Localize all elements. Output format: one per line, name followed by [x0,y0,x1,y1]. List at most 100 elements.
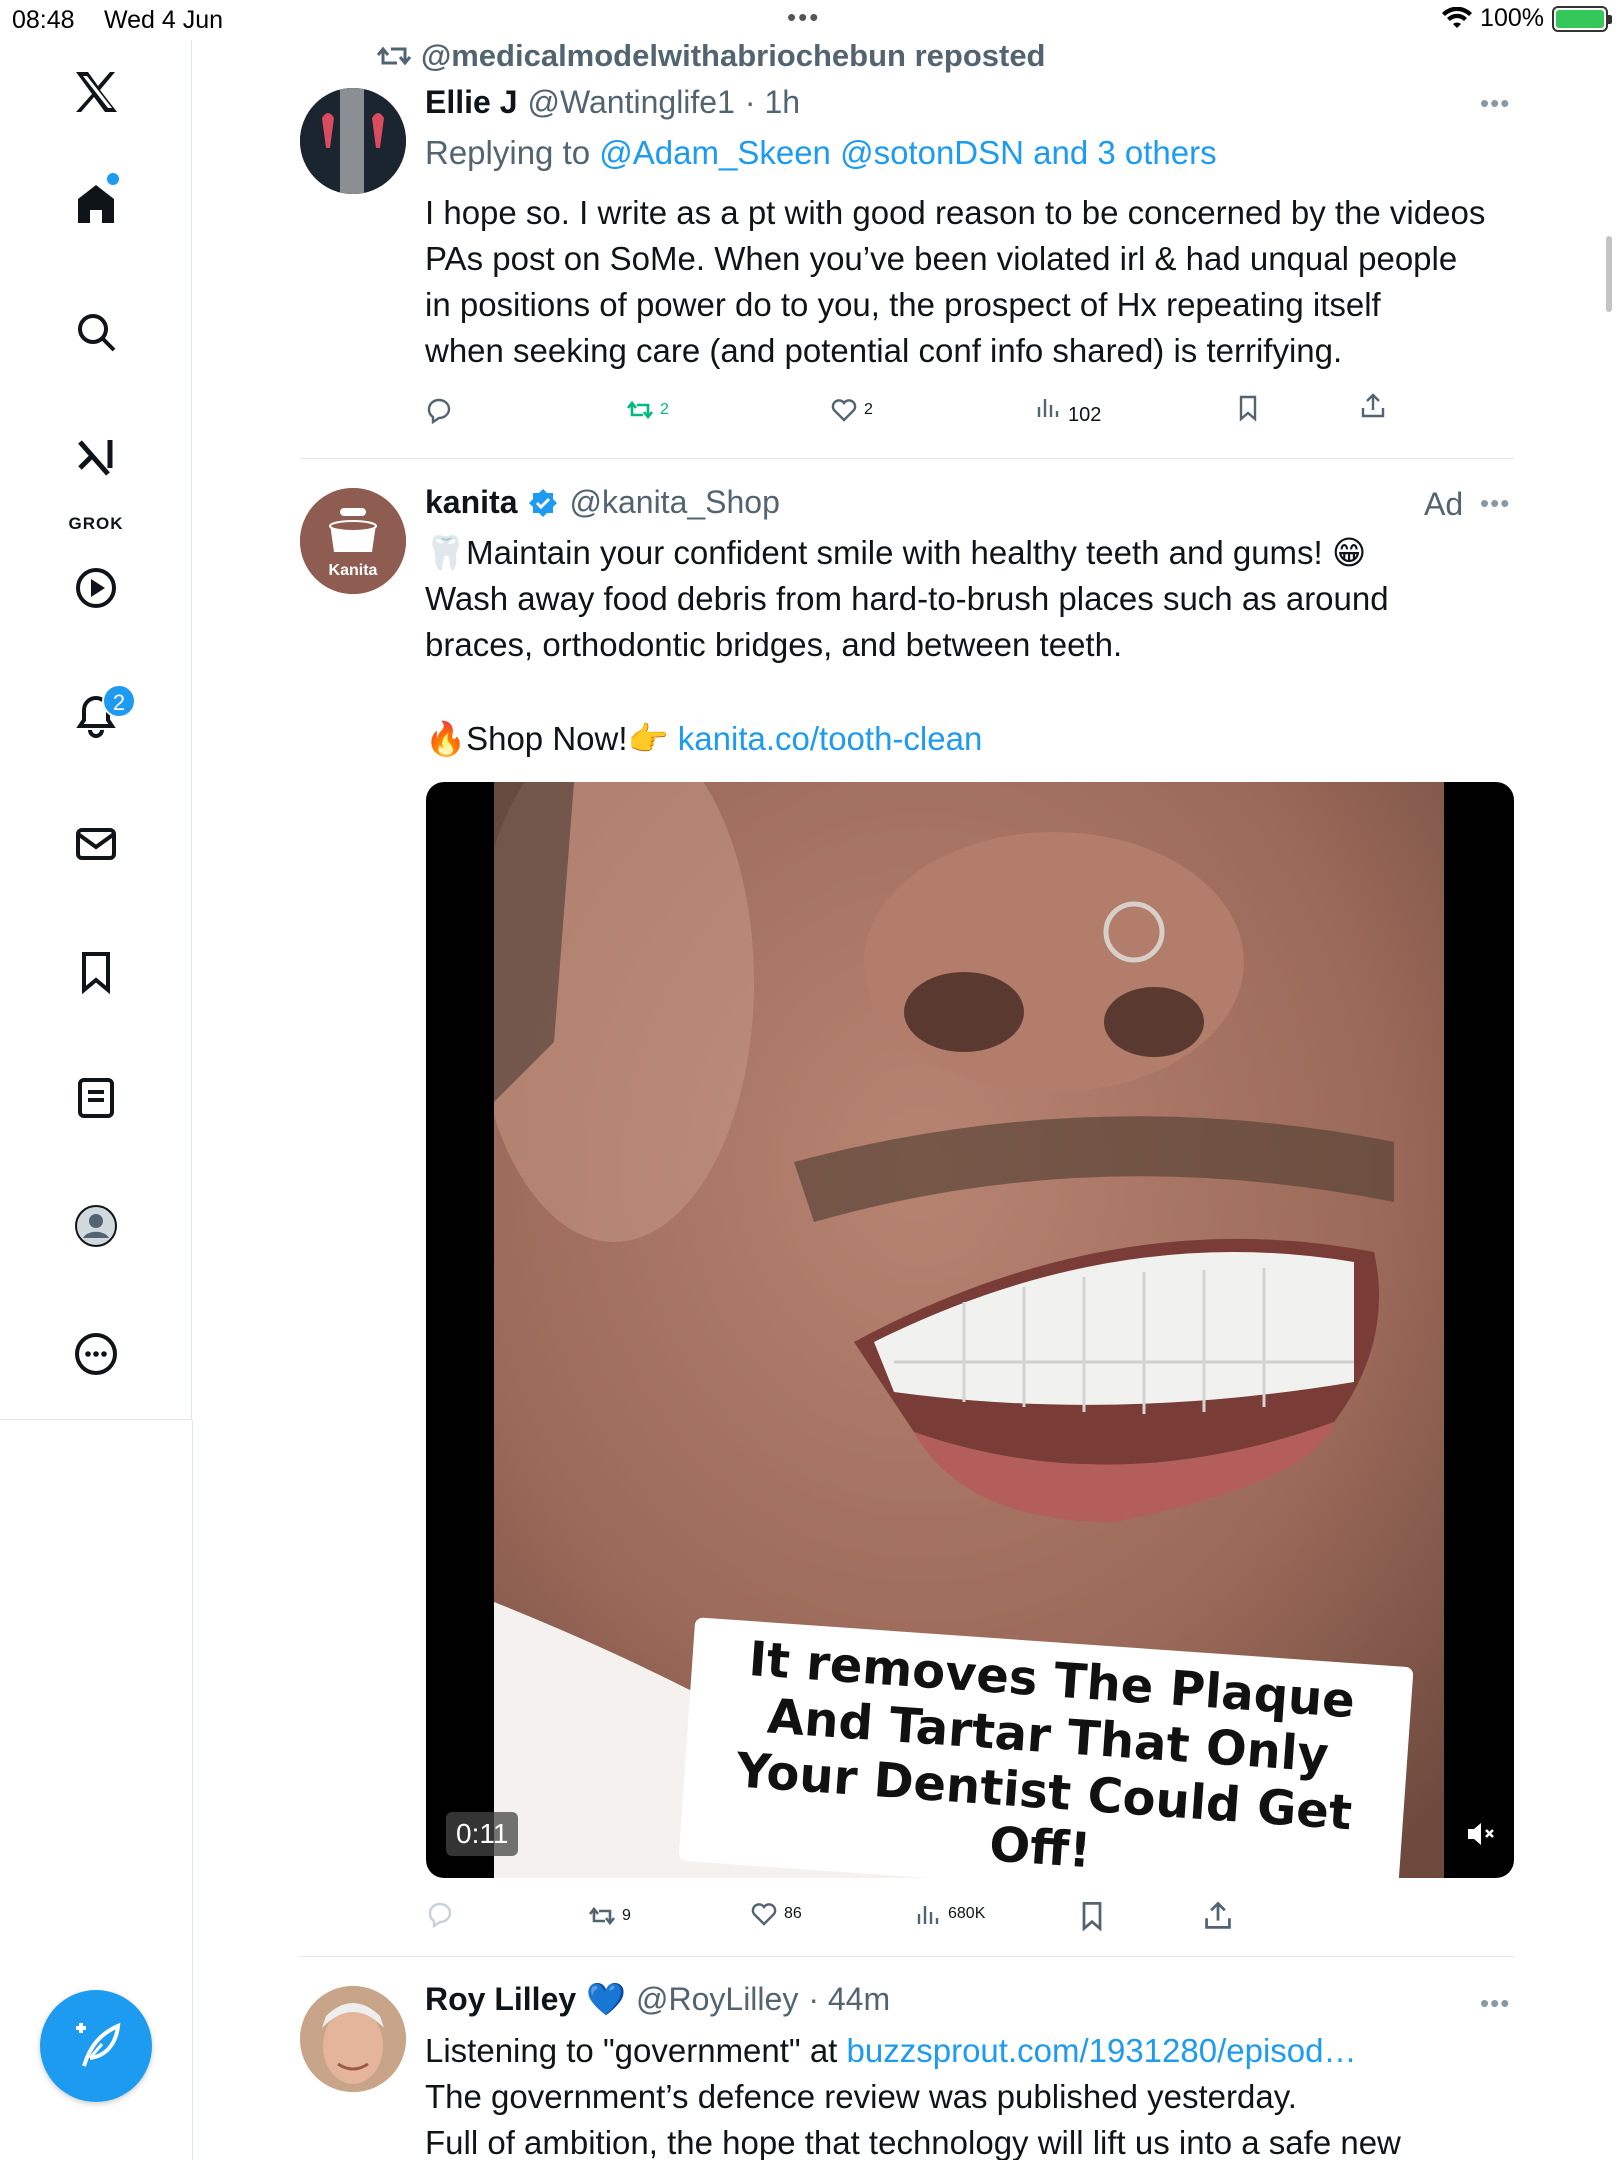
repost-count: 9 [622,1907,631,1924]
tweet-text: 🦷Maintain your confident smile with heal… [425,530,1525,668]
tweet-line: braces, orthodontic bridges, and between… [425,626,1123,663]
shop-link[interactable]: kanita.co/tooth-clean [678,720,983,757]
like-count: 2 [864,401,873,418]
views-button[interactable]: 102 [1034,392,1101,422]
bookmark-button[interactable] [1076,1900,1108,1932]
share-button[interactable] [1359,392,1387,420]
tweet-time[interactable]: · 44m [808,1981,890,2018]
video-timer: 0:11 [446,1812,519,1856]
avatar-ellie[interactable] [300,88,406,194]
tweet-line: Listening to "government" at buzzsprout.… [425,2028,1525,2074]
like-button[interactable]: 86 [750,1900,802,1928]
share-icon [1361,393,1385,418]
tweet-line: Full of ambition, the hope that technolo… [425,2124,1401,2160]
compose-post-button[interactable] [40,1990,152,2102]
scrollbar-thumb[interactable] [1606,236,1612,312]
like-count: 86 [784,1905,802,1922]
tweet-text: Listening to "government" at buzzsprout.… [425,2028,1525,2160]
bookmark-button[interactable] [1234,394,1262,422]
reply-button[interactable] [426,1900,454,1928]
like-button[interactable]: 2 [830,396,873,424]
repost-icon [588,1906,616,1926]
ad-label: Ad [1424,486,1464,522]
tweet-line: 🦷Maintain your confident smile with heal… [425,534,1367,571]
more-options-icon[interactable] [60,1318,132,1390]
avatar-image [300,1986,406,2092]
repost-text: @medicalmodelwithabriochebun reposted [421,38,1046,73]
replying-to-users[interactable]: @Adam_Skeen @sotonDSN and 3 others [599,134,1216,171]
views-chart-icon [917,1906,939,1924]
heart-icon [751,1903,777,1926]
tweet-author-row: kanita @kanita_Shop [425,484,780,521]
tweet-more-icon[interactable]: ••• [1480,88,1510,119]
tweet-link[interactable]: buzzsprout.com/1931280/episod… [847,2032,1357,2069]
tweet-line: when seeking care (and potential conf in… [425,332,1343,369]
repost-icon [377,46,411,66]
avatar-image [300,88,406,194]
status-bar: 08:48 Wed 4 Jun ••• 100% [0,0,1620,40]
messages-envelope-icon[interactable] [60,808,132,880]
tweet-line: Wash away food debris from hard-to-brush… [425,580,1389,617]
views-count: 680K [948,1905,986,1922]
share-icon [1205,1901,1231,1929]
author-handle[interactable]: @Wantinglife1 [528,84,735,121]
bookmark-icon [1082,1902,1102,1932]
avatar-kanita[interactable]: Kanita [300,488,406,594]
rail-divider [192,1420,193,2160]
author-handle[interactable]: @RoyLilley [636,1981,798,2018]
heart-badge: 💙 [586,1981,626,2017]
tweet-author-row: Roy Lilley 💙 @RoyLilley · 44m [425,1980,890,2018]
heart-icon [831,399,857,422]
tweet-line-prefix: Listening to "government" at [425,2032,838,2069]
notifications-badge: 2 [102,684,136,718]
grok-icon[interactable] [60,422,132,494]
repost-count: 2 [660,401,669,418]
search-icon[interactable] [60,296,132,368]
tweet-more-icon[interactable]: ••• [1480,488,1510,519]
reply-button[interactable] [425,396,453,424]
status-date: Wed 4 Jun [104,6,224,34]
views-button[interactable]: 680K [914,1900,985,1928]
author-name[interactable]: kanita [425,484,517,521]
tweet-line: The government’s defence review was publ… [425,2078,1297,2115]
author-handle[interactable]: @kanita_Shop [569,484,779,521]
video-play-icon[interactable] [60,552,132,624]
bookmarks-icon[interactable] [60,936,132,1008]
grok-label: GROK [68,514,124,533]
tweet-more-icon[interactable]: ••• [1480,1988,1510,2019]
author-name[interactable]: Ellie J [425,84,518,121]
mute-icon[interactable] [1462,1816,1498,1852]
tweet-time[interactable]: · 1h [745,84,800,121]
wifi-icon [1442,6,1473,28]
avatar-label: Kanita [328,562,378,579]
multitask-dots[interactable]: ••• [787,2,820,33]
tweet-line: PAs post on SoMe. When you’ve been viola… [425,240,1458,277]
ad-video[interactable]: It removes The Plaque And Tartar That On… [426,782,1514,1878]
shop-text: 🔥Shop Now!👉 [425,720,669,757]
home-unread-dot [107,173,119,185]
views-count: 102 [1068,404,1102,422]
lists-icon[interactable] [60,1062,132,1134]
reply-icon [428,1902,452,1928]
tweet-author-row: Ellie J @Wantinglife1 · 1h [425,84,800,121]
status-time: 08:48 [12,6,75,34]
battery-percent: 100% [1480,4,1544,32]
repost-button[interactable]: 2 [626,396,669,424]
tweet-line: in positions of power do to you, the pro… [425,286,1381,323]
reply-icon [427,398,451,424]
home-icon[interactable] [60,168,132,240]
x-logo-icon[interactable] [60,56,132,128]
author-name[interactable]: Roy Lilley [425,1981,576,2018]
replying-to-line: Replying to @Adam_Skeen @sotonDSN and 3 … [425,134,1217,172]
avatar-roy[interactable] [300,1986,406,2092]
tweet-line: I hope so. I write as a pt with good rea… [425,194,1486,231]
verified-badge-icon [529,488,558,517]
repost-icon [626,400,654,420]
status-right: 100% [1442,4,1612,33]
share-button[interactable] [1202,1900,1234,1932]
profile-avatar-icon[interactable] [60,1190,132,1262]
repost-indicator[interactable]: @medicalmodelwithabriochebun reposted [377,38,1046,74]
repost-button[interactable]: 9 [588,1902,631,1930]
tweet-text: I hope so. I write as a pt with good rea… [425,190,1525,374]
tweet-divider [300,458,1514,459]
